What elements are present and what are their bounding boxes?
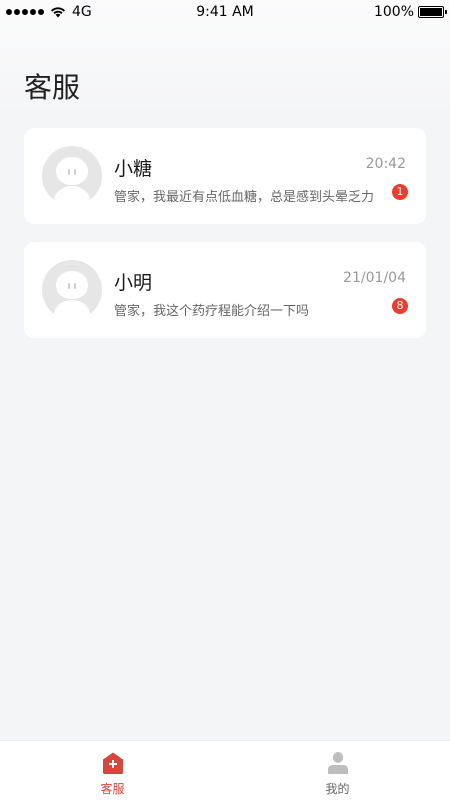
tab-label: 客服 — [100, 782, 125, 796]
tab-bar: 客服 我的 — [0, 740, 450, 800]
service-home-icon — [102, 752, 123, 774]
status-bar: 4G 9:41 AM 100% — [0, 0, 450, 24]
avatar-placeholder-icon — [56, 271, 88, 299]
message-time: 20:42 — [365, 156, 406, 172]
tab-label: 我的 — [325, 782, 350, 796]
conversation-list: 小糖 20:42 管家，我最近有点低血糖，总是感到头晕乏力 1 小明 21/01… — [24, 128, 426, 356]
avatar-placeholder-icon — [56, 157, 88, 185]
battery-icon — [418, 6, 447, 18]
contact-name: 小糖 — [114, 158, 153, 180]
avatar — [42, 146, 102, 206]
unread-badge: 1 — [392, 184, 408, 200]
user-icon — [327, 752, 348, 774]
battery-percent: 100% — [373, 4, 414, 20]
unread-badge: 8 — [392, 298, 408, 314]
message-preview: 管家，我这个药疗程能介绍一下吗 — [114, 304, 310, 319]
avatar — [42, 260, 102, 320]
page-title: 客服 — [24, 71, 81, 104]
tab-mine[interactable]: 我的 — [225, 741, 450, 800]
contact-name: 小明 — [114, 272, 153, 294]
status-right: 100% — [373, 4, 447, 20]
app-screen: 4G 9:41 AM 100% 客服 小糖 20:42 管家，我最近有点低血糖，… — [0, 0, 450, 800]
conversation-item[interactable]: 小明 21/01/04 管家，我这个药疗程能介绍一下吗 8 — [24, 242, 426, 338]
message-time: 21/01/04 — [343, 270, 406, 286]
message-preview: 管家，我最近有点低血糖，总是感到头晕乏力 — [114, 190, 375, 205]
tab-service[interactable]: 客服 — [0, 741, 225, 800]
conversation-item[interactable]: 小糖 20:42 管家，我最近有点低血糖，总是感到头晕乏力 1 — [24, 128, 426, 224]
